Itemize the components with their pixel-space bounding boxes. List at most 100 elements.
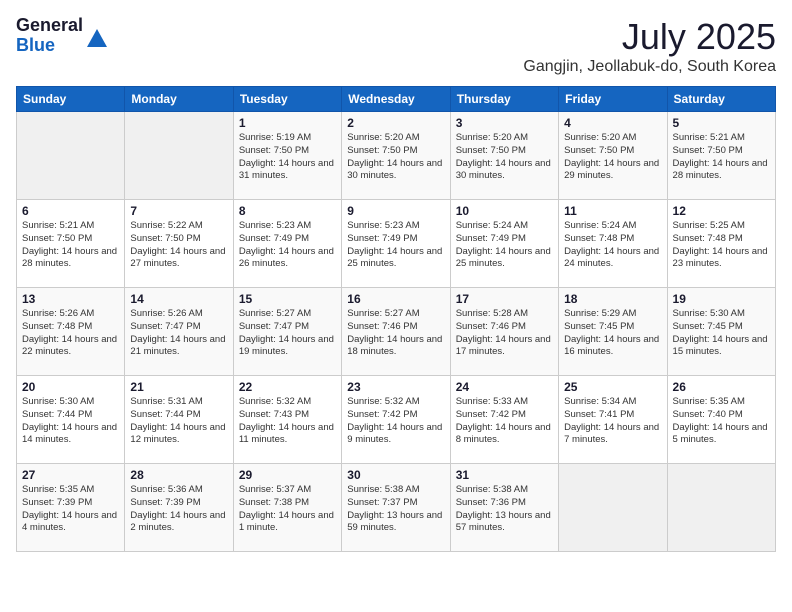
- day-info: Sunrise: 5:35 AM Sunset: 7:39 PM Dayligh…: [22, 484, 119, 535]
- day-info: Sunrise: 5:26 AM Sunset: 7:48 PM Dayligh…: [22, 308, 119, 359]
- calendar-day: 4Sunrise: 5:20 AM Sunset: 7:50 PM Daylig…: [559, 112, 667, 200]
- page-header: General Blue July 2025 Gangjin, Jeollabu…: [16, 16, 776, 76]
- day-info: Sunrise: 5:23 AM Sunset: 7:49 PM Dayligh…: [239, 220, 336, 271]
- day-info: Sunrise: 5:28 AM Sunset: 7:46 PM Dayligh…: [456, 308, 553, 359]
- logo-triangle-icon: [87, 29, 107, 47]
- calendar-day: 21 Sunrise: 5:31 AM Sunset: 7:44 PM Dayli…: [125, 376, 233, 464]
- calendar-day: 17 Sunrise: 5:28 AM Sunset: 7:46 PM Dayli…: [450, 288, 558, 376]
- day-number: 25: [564, 380, 661, 394]
- calendar-week-3: 13Sunrise: 5:26 AM Sunset: 7:48 PM Dayli…: [17, 288, 776, 376]
- logo-general: General: [16, 16, 83, 36]
- logo-text: General Blue: [16, 16, 83, 56]
- day-number: 23: [347, 380, 444, 394]
- calendar-day: [559, 464, 667, 552]
- calendar-week-5: 27Sunrise: 5:35 AM Sunset: 7:39 PM Dayli…: [17, 464, 776, 552]
- calendar-day: [17, 112, 125, 200]
- day-info: Sunrise: 5:38 AM Sunset: 7:36 PM Dayligh…: [456, 484, 553, 535]
- day-info: Sunrise: 5:32 AM Sunset: 7:42 PM Dayligh…: [347, 396, 444, 447]
- day-number: 9: [347, 204, 444, 218]
- day-info: Sunrise: 5:29 AM Sunset: 7:45 PM Dayligh…: [564, 308, 661, 359]
- day-info: Sunrise: 5:23 AM Sunset: 7:49 PM Dayligh…: [347, 220, 444, 271]
- calendar-body: 1 Sunrise: 5:19 AM Sunset: 7:50 PM Daylig…: [17, 112, 776, 552]
- day-number: 5: [673, 116, 770, 130]
- day-of-week-saturday: Saturday: [667, 87, 775, 112]
- calendar-day: 13Sunrise: 5:26 AM Sunset: 7:48 PM Dayli…: [17, 288, 125, 376]
- calendar-day: 12 Sunrise: 5:25 AM Sunset: 7:48 PM Dayli…: [667, 200, 775, 288]
- calendar-header: SundayMondayTuesdayWednesdayThursdayFrid…: [17, 87, 776, 112]
- calendar-day: 30 Sunrise: 5:38 AM Sunset: 7:37 PM Dayli…: [342, 464, 450, 552]
- calendar-day: 25Sunrise: 5:34 AM Sunset: 7:41 PM Dayli…: [559, 376, 667, 464]
- day-number: 6: [22, 204, 119, 218]
- day-info: Sunrise: 5:31 AM Sunset: 7:44 PM Dayligh…: [130, 396, 227, 447]
- calendar-day: 31 Sunrise: 5:38 AM Sunset: 7:36 PM Dayli…: [450, 464, 558, 552]
- day-info: Sunrise: 5:24 AM Sunset: 7:49 PM Dayligh…: [456, 220, 553, 271]
- day-info: Sunrise: 5:32 AM Sunset: 7:43 PM Dayligh…: [239, 396, 336, 447]
- day-info: Sunrise: 5:20 AM Sunset: 7:50 PM Dayligh…: [456, 132, 553, 183]
- day-info: Sunrise: 5:20 AM Sunset: 7:50 PM Dayligh…: [347, 132, 444, 183]
- day-number: 31: [456, 468, 553, 482]
- calendar-week-1: 1 Sunrise: 5:19 AM Sunset: 7:50 PM Daylig…: [17, 112, 776, 200]
- calendar-day: 1 Sunrise: 5:19 AM Sunset: 7:50 PM Daylig…: [233, 112, 341, 200]
- day-number: 4: [564, 116, 661, 130]
- month-title: July 2025: [523, 16, 776, 58]
- day-number: 26: [673, 380, 770, 394]
- day-info: Sunrise: 5:38 AM Sunset: 7:37 PM Dayligh…: [347, 484, 444, 535]
- day-number: 24: [456, 380, 553, 394]
- calendar-day: 28Sunrise: 5:36 AM Sunset: 7:39 PM Dayli…: [125, 464, 233, 552]
- calendar-day: 20Sunrise: 5:30 AM Sunset: 7:44 PM Dayli…: [17, 376, 125, 464]
- calendar-day: 9 Sunrise: 5:23 AM Sunset: 7:49 PM Daylig…: [342, 200, 450, 288]
- calendar-table: SundayMondayTuesdayWednesdayThursdayFrid…: [16, 86, 776, 552]
- day-of-week-tuesday: Tuesday: [233, 87, 341, 112]
- day-number: 11: [564, 204, 661, 218]
- calendar-week-2: 6 Sunrise: 5:21 AM Sunset: 7:50 PM Daylig…: [17, 200, 776, 288]
- calendar-day: 15Sunrise: 5:27 AM Sunset: 7:47 PM Dayli…: [233, 288, 341, 376]
- calendar-day: 24 Sunrise: 5:33 AM Sunset: 7:42 PM Dayli…: [450, 376, 558, 464]
- day-info: Sunrise: 5:21 AM Sunset: 7:50 PM Dayligh…: [22, 220, 119, 271]
- day-number: 12: [673, 204, 770, 218]
- day-info: Sunrise: 5:35 AM Sunset: 7:40 PM Dayligh…: [673, 396, 770, 447]
- calendar-day: 11Sunrise: 5:24 AM Sunset: 7:48 PM Dayli…: [559, 200, 667, 288]
- day-of-week-wednesday: Wednesday: [342, 87, 450, 112]
- day-info: Sunrise: 5:22 AM Sunset: 7:50 PM Dayligh…: [130, 220, 227, 271]
- day-number: 22: [239, 380, 336, 394]
- location-subtitle: Gangjin, Jeollabuk-do, South Korea: [523, 58, 776, 76]
- calendar-day: 27Sunrise: 5:35 AM Sunset: 7:39 PM Dayli…: [17, 464, 125, 552]
- calendar-day: 22 Sunrise: 5:32 AM Sunset: 7:43 PM Dayli…: [233, 376, 341, 464]
- calendar-day: 10 Sunrise: 5:24 AM Sunset: 7:49 PM Dayli…: [450, 200, 558, 288]
- day-info: Sunrise: 5:27 AM Sunset: 7:46 PM Dayligh…: [347, 308, 444, 359]
- day-number: 18: [564, 292, 661, 306]
- calendar-day: 16 Sunrise: 5:27 AM Sunset: 7:46 PM Dayli…: [342, 288, 450, 376]
- day-number: 10: [456, 204, 553, 218]
- calendar-day: 5 Sunrise: 5:21 AM Sunset: 7:50 PM Daylig…: [667, 112, 775, 200]
- day-info: Sunrise: 5:19 AM Sunset: 7:50 PM Dayligh…: [239, 132, 336, 183]
- day-number: 1: [239, 116, 336, 130]
- calendar-day: 2 Sunrise: 5:20 AM Sunset: 7:50 PM Daylig…: [342, 112, 450, 200]
- day-number: 2: [347, 116, 444, 130]
- day-number: 30: [347, 468, 444, 482]
- day-number: 7: [130, 204, 227, 218]
- calendar-day: 23 Sunrise: 5:32 AM Sunset: 7:42 PM Dayli…: [342, 376, 450, 464]
- day-number: 28: [130, 468, 227, 482]
- day-number: 16: [347, 292, 444, 306]
- day-info: Sunrise: 5:21 AM Sunset: 7:50 PM Dayligh…: [673, 132, 770, 183]
- calendar-day: 7 Sunrise: 5:22 AM Sunset: 7:50 PM Daylig…: [125, 200, 233, 288]
- calendar-day: 26 Sunrise: 5:35 AM Sunset: 7:40 PM Dayli…: [667, 376, 775, 464]
- calendar-day: [125, 112, 233, 200]
- day-number: 14: [130, 292, 227, 306]
- day-number: 21: [130, 380, 227, 394]
- day-of-week-sunday: Sunday: [17, 87, 125, 112]
- calendar-day: 14 Sunrise: 5:26 AM Sunset: 7:47 PM Dayli…: [125, 288, 233, 376]
- day-info: Sunrise: 5:26 AM Sunset: 7:47 PM Dayligh…: [130, 308, 227, 359]
- calendar-day: 3 Sunrise: 5:20 AM Sunset: 7:50 PM Daylig…: [450, 112, 558, 200]
- day-number: 3: [456, 116, 553, 130]
- calendar-day: 6 Sunrise: 5:21 AM Sunset: 7:50 PM Daylig…: [17, 200, 125, 288]
- day-number: 17: [456, 292, 553, 306]
- day-info: Sunrise: 5:33 AM Sunset: 7:42 PM Dayligh…: [456, 396, 553, 447]
- day-info: Sunrise: 5:27 AM Sunset: 7:47 PM Dayligh…: [239, 308, 336, 359]
- day-number: 8: [239, 204, 336, 218]
- day-info: Sunrise: 5:25 AM Sunset: 7:48 PM Dayligh…: [673, 220, 770, 271]
- day-of-week-monday: Monday: [125, 87, 233, 112]
- logo-icon: General Blue: [16, 16, 107, 56]
- day-of-week-friday: Friday: [559, 87, 667, 112]
- calendar-day: 29Sunrise: 5:37 AM Sunset: 7:38 PM Dayli…: [233, 464, 341, 552]
